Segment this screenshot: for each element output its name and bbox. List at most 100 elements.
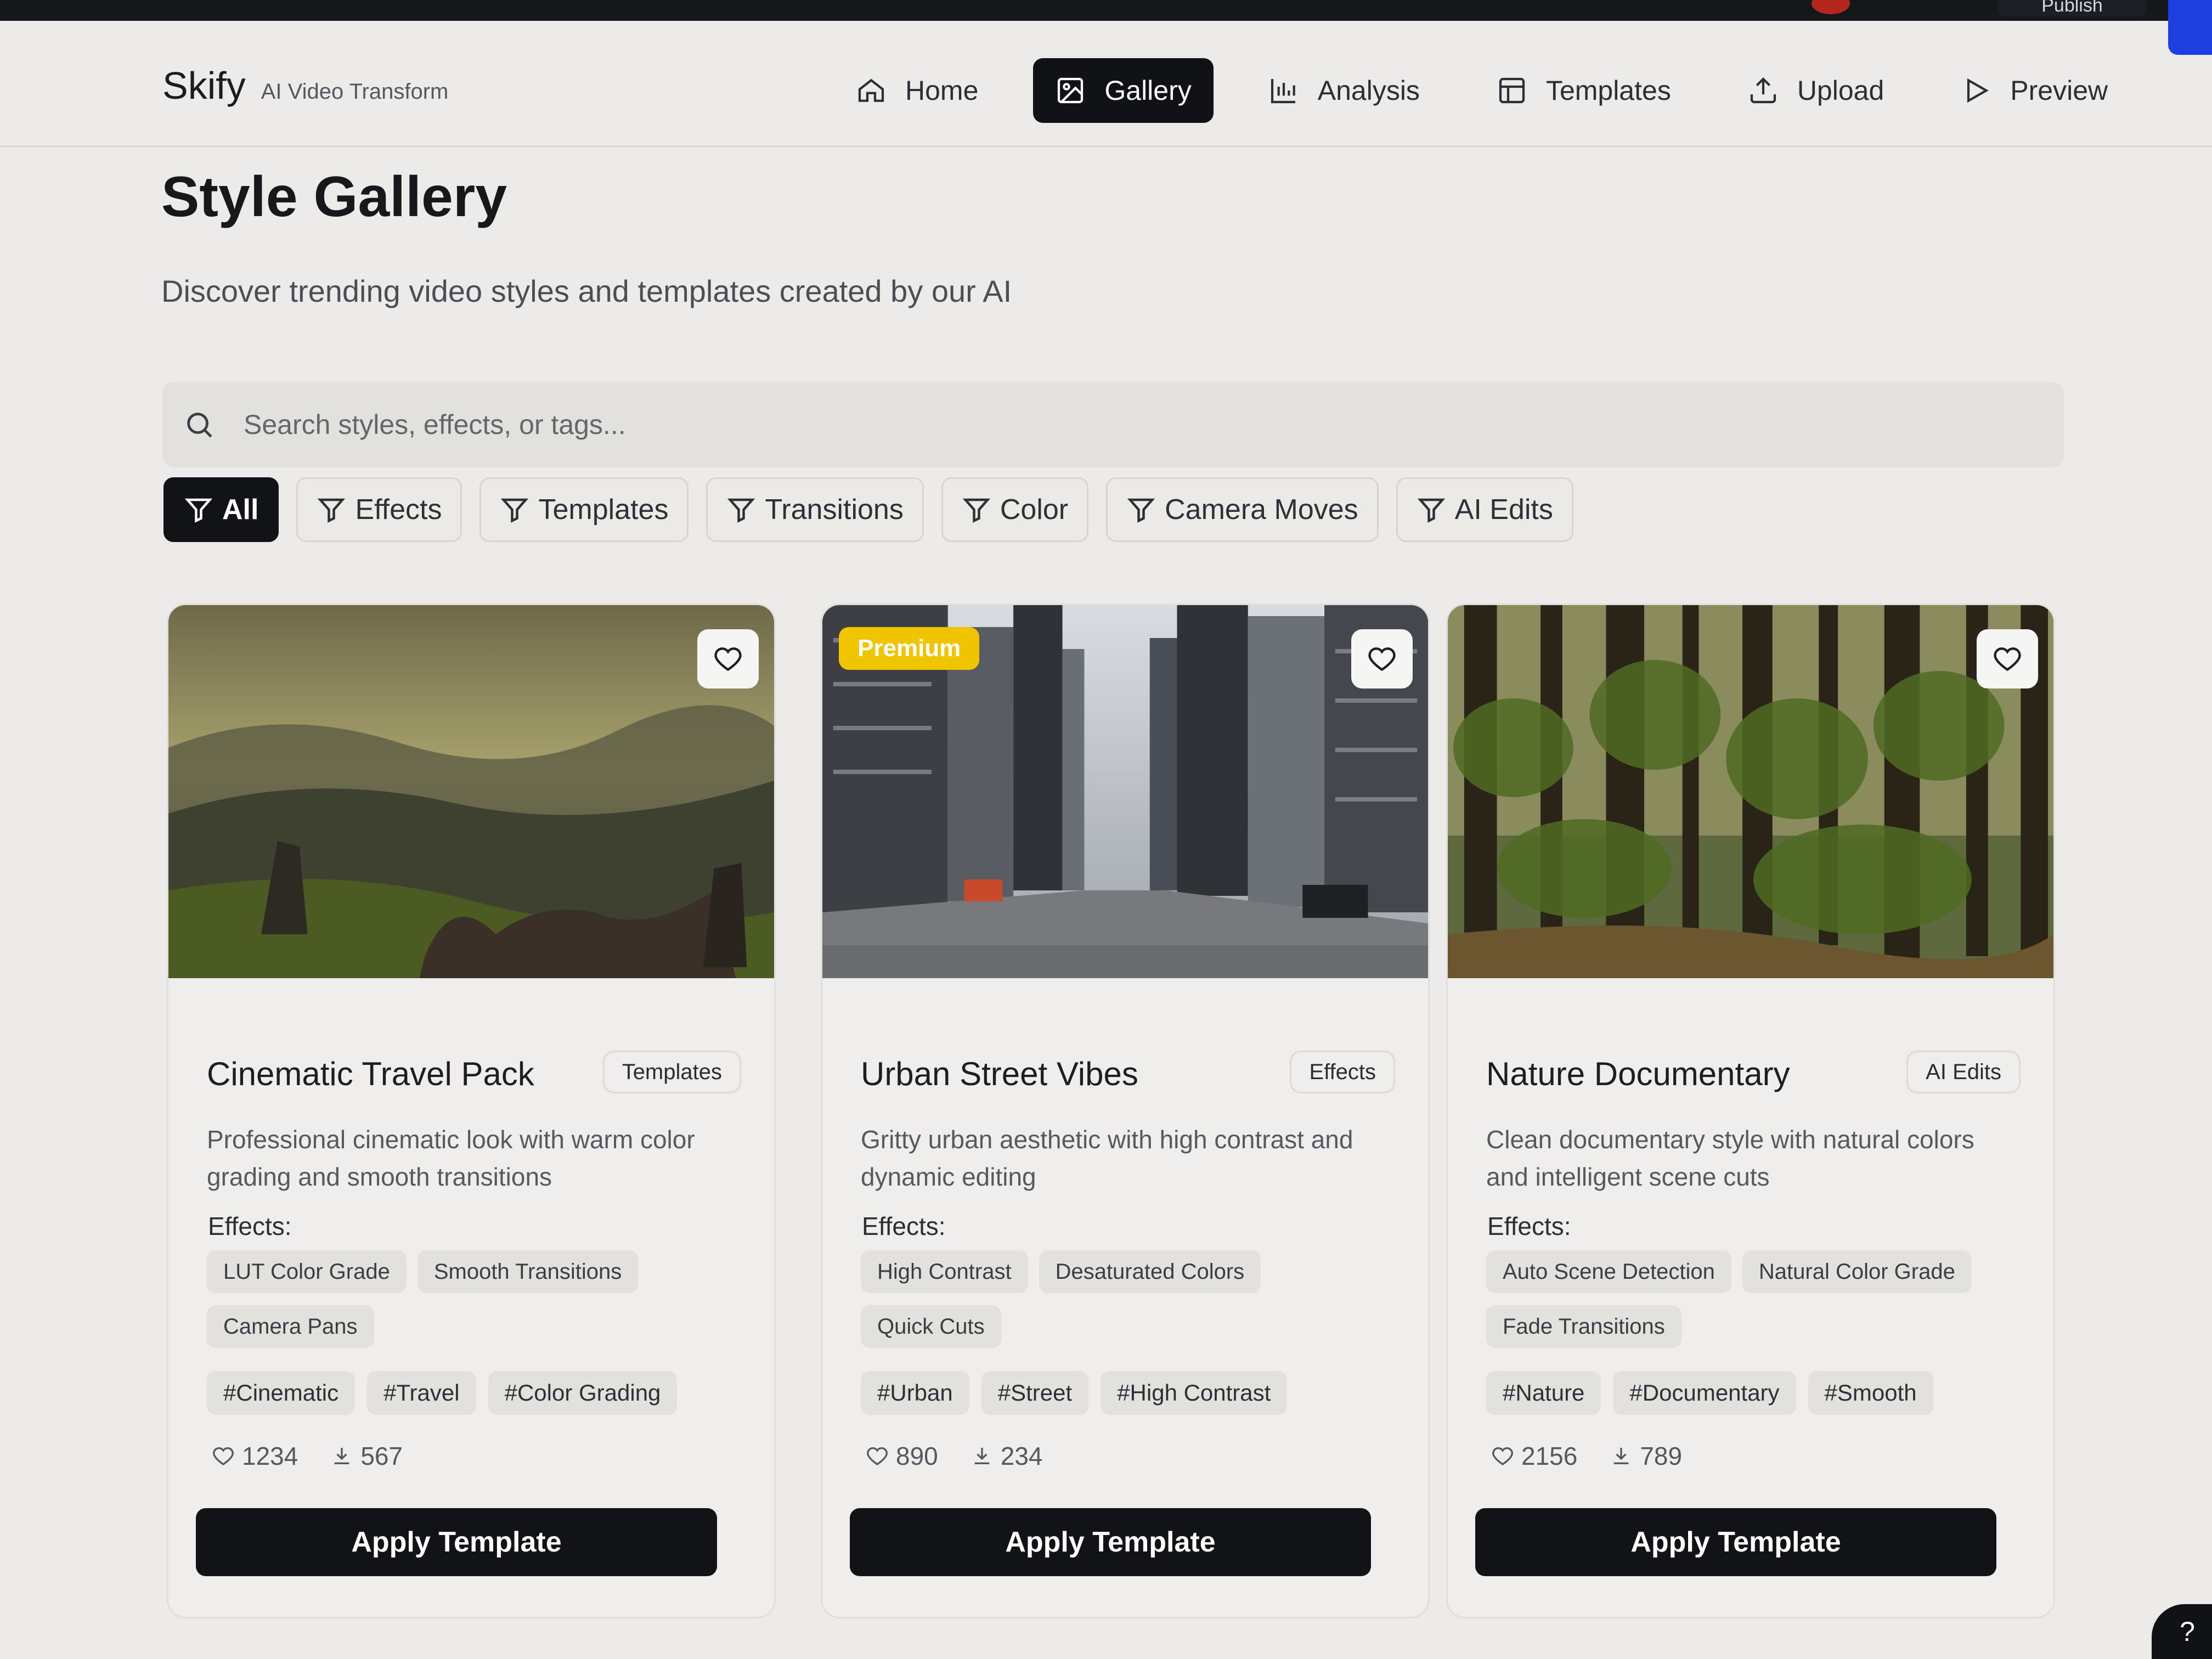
effects-label: Effects: xyxy=(862,1212,946,1240)
filter-ai-edits[interactable]: AI Edits xyxy=(1396,477,1573,542)
home-icon xyxy=(858,78,884,102)
filter-label: Color xyxy=(1000,494,1069,526)
style-card[interactable]: Cinematic Travel Pack Templates Professi… xyxy=(167,603,776,1618)
app-header: Skify AI Video Transform Home Gallery An… xyxy=(0,21,2212,147)
apply-template-button[interactable]: Apply Template xyxy=(850,1508,1371,1576)
nav-preview-label: Preview xyxy=(2010,75,2108,106)
brand[interactable]: Skify AI Video Transform xyxy=(162,64,448,108)
card-thumbnail[interactable] xyxy=(168,605,774,978)
style-card[interactable]: Nature Documentary AI Edits Clean docume… xyxy=(1446,603,2055,1618)
heart-icon xyxy=(1368,647,1396,672)
os-top-bar xyxy=(0,0,2212,21)
layout-icon xyxy=(1499,77,1525,104)
card-stats: 2156 789 xyxy=(1492,1441,1682,1471)
effects-list: High Contrast Desaturated Colors Quick C… xyxy=(861,1250,1387,1348)
apply-template-button[interactable]: Apply Template xyxy=(196,1508,717,1576)
heart-icon xyxy=(867,1447,888,1465)
nav-templates[interactable]: Templates xyxy=(1475,58,1693,123)
filter-icon xyxy=(727,498,755,523)
downloads-stat: 789 xyxy=(1610,1441,1682,1471)
downloads-count: 789 xyxy=(1640,1442,1683,1470)
tag-chip[interactable]: #Nature xyxy=(1486,1371,1601,1415)
filter-label: All xyxy=(222,494,259,526)
image-icon xyxy=(1058,77,1084,104)
bar-chart-icon xyxy=(1271,79,1295,104)
category-badge: Effects xyxy=(1290,1051,1395,1093)
filter-icon xyxy=(1127,498,1155,523)
tag-chip[interactable]: #Color Grading xyxy=(488,1371,678,1415)
effects-list: Auto Scene Detection Natural Color Grade… xyxy=(1486,1250,2013,1348)
filter-icon xyxy=(1417,498,1445,523)
filter-color[interactable]: Color xyxy=(941,477,1089,542)
nav-upload-label: Upload xyxy=(1797,75,1884,106)
effects-label: Effects: xyxy=(208,1212,292,1240)
heart-icon xyxy=(1994,647,2021,672)
tag-chip[interactable]: #Cinematic xyxy=(207,1371,356,1415)
filter-label: Templates xyxy=(538,494,669,526)
likes-stat: 1234 xyxy=(212,1441,298,1471)
category-badge: Templates xyxy=(602,1051,741,1093)
effects-label: Effects: xyxy=(1487,1212,1571,1240)
card-title: Urban Street Vibes xyxy=(861,1056,1138,1092)
filter-transitions[interactable]: Transitions xyxy=(706,477,924,542)
heart-icon xyxy=(1492,1447,1513,1465)
apply-template-button[interactable]: Apply Template xyxy=(1475,1508,1996,1576)
play-icon xyxy=(1967,78,1989,103)
help-button[interactable]: ? xyxy=(2152,1604,2212,1659)
nav-analysis[interactable]: Analysis xyxy=(1246,58,1442,123)
downloads-count: 567 xyxy=(360,1442,403,1470)
filter-icon xyxy=(184,498,213,523)
favorite-button[interactable] xyxy=(1351,629,1413,689)
tag-chip[interactable]: #Smooth xyxy=(1808,1371,1933,1415)
filter-all[interactable]: All xyxy=(163,477,279,542)
filter-camera-moves[interactable]: Camera Moves xyxy=(1106,477,1379,542)
filter-icon xyxy=(962,498,991,523)
tag-list: #Urban #Street #High Contrast xyxy=(861,1371,1288,1415)
filter-effects[interactable]: Effects xyxy=(296,477,462,542)
tag-chip[interactable]: #Documentary xyxy=(1613,1371,1796,1415)
tag-chip[interactable]: #High Contrast xyxy=(1101,1371,1288,1415)
favorite-button[interactable] xyxy=(1977,629,2038,689)
tag-chip[interactable]: #Travel xyxy=(367,1371,476,1415)
likes-count: 890 xyxy=(896,1442,938,1470)
tag-chip[interactable]: #Street xyxy=(981,1371,1089,1415)
nav-preview[interactable]: Preview xyxy=(1939,58,2130,123)
effect-chip: LUT Color Grade xyxy=(207,1250,407,1293)
download-icon xyxy=(974,1448,990,1464)
upload-icon xyxy=(1750,77,1776,104)
card-stats: 1234 567 xyxy=(212,1441,403,1471)
downloads-stat: 234 xyxy=(971,1441,1043,1471)
filter-label: Effects xyxy=(355,494,442,526)
tag-list: #Cinematic #Travel #Color Grading xyxy=(207,1371,678,1415)
nav-templates-label: Templates xyxy=(1545,75,1671,106)
nav-upload[interactable]: Upload xyxy=(1726,58,1906,123)
card-thumbnail[interactable] xyxy=(1448,605,2053,978)
page-subtitle: Discover trending video styles and templ… xyxy=(161,274,1012,308)
tag-list: #Nature #Documentary #Smooth xyxy=(1486,1371,1933,1415)
filter-label: Transitions xyxy=(765,494,904,526)
effect-chip: Smooth Transitions xyxy=(417,1250,639,1293)
nav-home-label: Home xyxy=(905,75,979,106)
style-card[interactable]: Premium Urban Street Vibes Effects Gritt… xyxy=(821,603,1430,1618)
nav-home[interactable]: Home xyxy=(834,58,1000,123)
main-nav: Home Gallery Analysis Templates Upload P… xyxy=(834,58,2130,123)
brand-name: Skify xyxy=(162,64,246,107)
search-bar[interactable] xyxy=(162,382,2064,467)
effects-list: LUT Color Grade Smooth Transitions Camer… xyxy=(207,1250,733,1348)
publish-button[interactable]: Publish xyxy=(1998,0,2146,16)
favorite-button[interactable] xyxy=(697,629,759,689)
likes-count: 2156 xyxy=(1521,1442,1578,1470)
search-input[interactable] xyxy=(244,409,1999,441)
likes-stat: 2156 xyxy=(1492,1441,1577,1471)
filter-templates[interactable]: Templates xyxy=(479,477,689,542)
likes-stat: 890 xyxy=(866,1441,938,1471)
nav-gallery[interactable]: Gallery xyxy=(1033,58,1214,123)
filter-bar: All Effects Templates Transitions Color … xyxy=(163,477,1573,542)
card-description: Gritty urban aesthetic with high contras… xyxy=(861,1125,1353,1191)
tag-chip[interactable]: #Urban xyxy=(861,1371,969,1415)
card-description: Professional cinematic look with warm co… xyxy=(207,1125,695,1191)
downloads-count: 234 xyxy=(1000,1442,1043,1470)
brand-tagline: AI Video Transform xyxy=(261,80,449,104)
downloads-stat: 567 xyxy=(331,1441,403,1471)
filter-icon xyxy=(318,498,346,523)
